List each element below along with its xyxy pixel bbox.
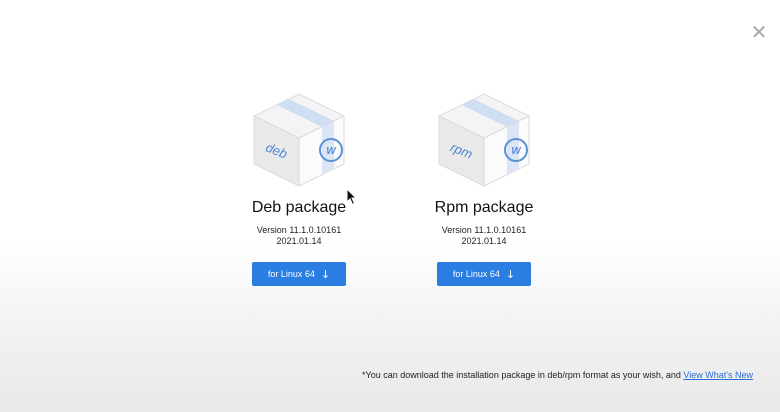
svg-text:W: W bbox=[326, 146, 337, 157]
svg-text:W: W bbox=[511, 146, 522, 157]
rpm-download-label: for Linux 64 bbox=[452, 269, 500, 279]
deb-box-icon: W deb bbox=[252, 93, 346, 187]
deb-download-label: for Linux 64 bbox=[267, 269, 315, 279]
rpm-package-title: Rpm package bbox=[434, 199, 534, 216]
footnote: *You can download the installation packa… bbox=[362, 370, 753, 380]
mouse-cursor-icon bbox=[346, 188, 358, 206]
download-arrow-icon: ↓ bbox=[505, 267, 516, 281]
deb-package-version: Version 11.1.0.10161 bbox=[256, 225, 342, 235]
close-icon[interactable]: ✕ bbox=[749, 22, 769, 42]
footnote-text: *You can download the installation packa… bbox=[362, 370, 684, 380]
rpm-package-date: 2021.01.14 bbox=[461, 236, 507, 246]
rpm-package-card: W rpm Rpm package Version 11.1.0.10161 2… bbox=[409, 88, 559, 286]
rpm-download-button[interactable]: for Linux 64 ↓ bbox=[437, 262, 531, 286]
deb-download-button[interactable]: for Linux 64 ↓ bbox=[252, 262, 346, 286]
rpm-package-version: Version 11.1.0.10161 bbox=[441, 225, 527, 235]
download-arrow-icon: ↓ bbox=[320, 267, 331, 281]
rpm-box-icon: W rpm bbox=[437, 93, 531, 187]
deb-package-card: W deb Deb package Version 11.1.0.10161 2… bbox=[224, 88, 374, 286]
deb-package-date: 2021.01.14 bbox=[276, 236, 322, 246]
view-whats-new-link[interactable]: View What's New bbox=[683, 370, 753, 380]
